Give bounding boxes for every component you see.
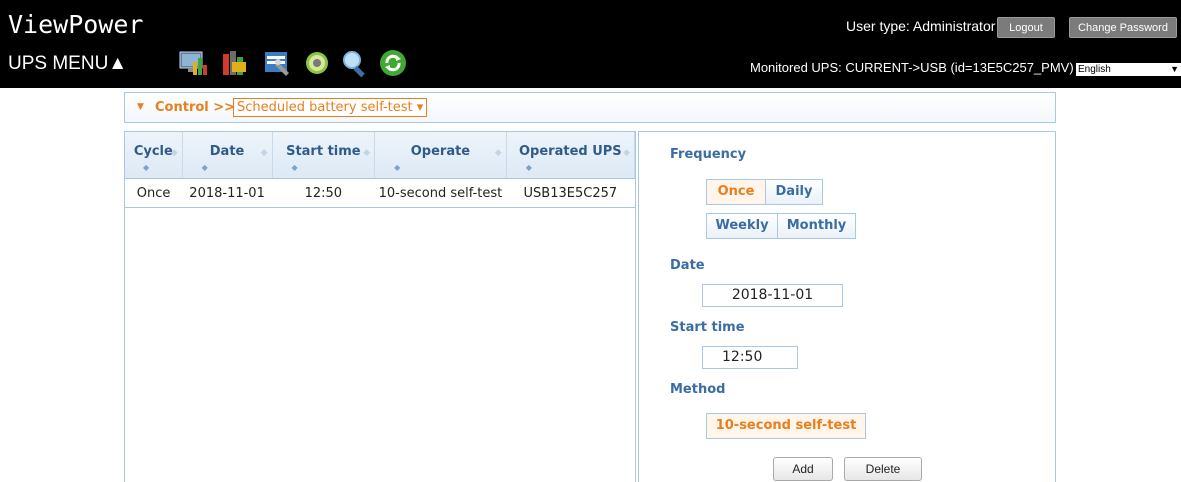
sort-icon: ◆ (394, 163, 401, 172)
column-header-cycle[interactable]: Cycle ◆ ◆ (125, 132, 183, 179)
column-label: Operated UPS (519, 144, 622, 159)
date-field[interactable]: 2018-11-01 (702, 284, 843, 307)
language-select[interactable]: English ▼ (1076, 63, 1181, 76)
frequency-weekly-button[interactable]: Weekly (706, 213, 778, 239)
column-label: Operate (410, 144, 471, 159)
cell-start-time: 12:50 (272, 178, 375, 208)
language-select-value: English (1078, 64, 1111, 75)
collapse-arrow-icon[interactable]: ▼ (137, 102, 144, 112)
top-bar: ViewPower UPS MENU▲ User type: Administr… (0, 0, 1181, 88)
app-title: ViewPower (8, 10, 144, 39)
method-label: Method (670, 382, 726, 397)
add-button[interactable]: Add (773, 457, 833, 481)
logout-button[interactable]: Logout (997, 17, 1055, 38)
sort-icon: ◆ (623, 148, 630, 158)
schedule-table: Cycle ◆ ◆ Date ◆ ◆ Start time ◆ ◆ Operat… (125, 132, 636, 208)
method-select[interactable]: 10-second self-test (706, 413, 866, 439)
column-header-operate[interactable]: Operate ◆ ◆ (374, 132, 507, 179)
sort-icon: ◆ (525, 163, 532, 172)
table-header-row: Cycle ◆ ◆ Date ◆ ◆ Start time ◆ ◆ Operat… (125, 132, 636, 179)
sort-icon: ◆ (143, 163, 150, 172)
sort-icon: ◆ (201, 163, 208, 172)
sort-icon: ◆ (494, 148, 502, 158)
refresh-icon[interactable] (378, 48, 408, 78)
battery-icon[interactable] (220, 48, 250, 78)
frequency-label: Frequency (670, 147, 747, 162)
monitor-icon[interactable] (178, 48, 208, 78)
column-header-date[interactable]: Date ◆ ◆ (182, 132, 273, 179)
column-label: Date (209, 144, 245, 159)
sort-icon: ◆ (170, 148, 178, 158)
change-password-button[interactable]: Change Password (1069, 17, 1177, 38)
frequency-daily-button[interactable]: Daily (765, 179, 823, 205)
page-select-dropdown[interactable]: Scheduled battery self-test ▾ (233, 98, 428, 117)
sort-icon: ◆ (260, 148, 268, 158)
delete-button[interactable]: Delete (844, 457, 922, 481)
search-icon[interactable] (340, 48, 370, 78)
schedule-form-panel: Frequency Once Daily Weekly Monthly Date… (638, 131, 1056, 482)
cell-cycle: Once (125, 178, 183, 208)
schedule-table-panel: Cycle ◆ ◆ Date ◆ ◆ Start time ◆ ◆ Operat… (124, 131, 636, 482)
table-row[interactable]: Once 2018-11-01 12:50 10-second self-tes… (125, 178, 635, 208)
date-label: Date (670, 258, 705, 273)
sort-icon: ◆ (363, 148, 371, 158)
user-type-text: User type: Administrator (846, 18, 996, 34)
start-time-label: Start time (670, 320, 745, 335)
breadcrumb: ▼ Control >> Scheduled battery self-test… (124, 92, 1056, 123)
breadcrumb-section: Control >> (155, 100, 236, 115)
cell-date: 2018-11-01 (182, 178, 273, 208)
chevron-down-icon: ▼ (1170, 64, 1179, 74)
settings-gear-icon[interactable] (302, 48, 332, 78)
column-header-start-time[interactable]: Start time ◆ ◆ (272, 132, 376, 179)
sort-icon: ◆ (291, 163, 298, 172)
ups-menu-toggle[interactable]: UPS MENU▲ (8, 52, 127, 76)
monitored-ups-text: Monitored UPS: CURRENT->USB (id=13E5C257… (750, 60, 1074, 75)
cell-operated-ups: USB13E5C257 (506, 178, 635, 208)
column-header-operated-ups[interactable]: Operated UPS ◆ ◆ (506, 132, 636, 179)
frequency-once-button[interactable]: Once (706, 179, 766, 205)
start-time-field[interactable]: 12:50 (702, 346, 798, 369)
frequency-monthly-button[interactable]: Monthly (777, 213, 856, 239)
configuration-icon[interactable] (262, 48, 292, 78)
cell-operate: 10-second self-test (374, 178, 507, 208)
column-label: Start time (286, 144, 361, 159)
